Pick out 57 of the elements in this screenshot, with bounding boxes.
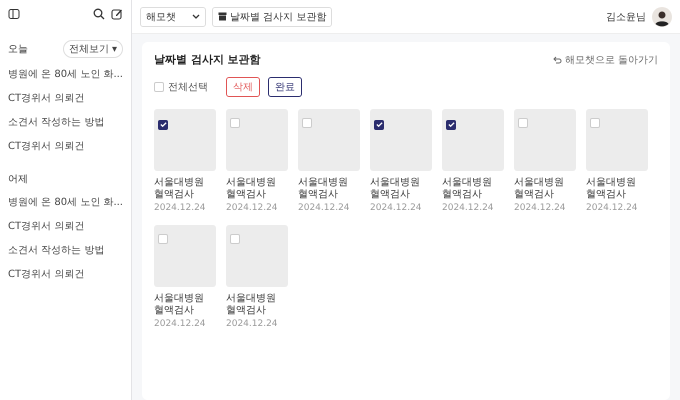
section-title: 오늘 bbox=[8, 43, 28, 56]
panel-title: 날짜별 검사지 보관함 bbox=[154, 52, 261, 67]
document-title: 서울대병원 혈액검사 bbox=[370, 177, 421, 201]
document-date: 2024.12.24 bbox=[442, 203, 495, 213]
chevron-icon bbox=[192, 14, 200, 20]
archive-button[interactable]: 날짜별 검사지 보관함 bbox=[212, 6, 332, 26]
document-title: 서울대병원 혈액검사 bbox=[154, 293, 205, 317]
document-date: 2024.12.24 bbox=[226, 203, 279, 213]
select-all-label: 전체선택 bbox=[168, 81, 208, 94]
avatar[interactable] bbox=[652, 6, 672, 26]
chat-item[interactable]: CT경위서 의뢰건 bbox=[8, 214, 123, 238]
archive-box-icon bbox=[218, 12, 227, 21]
back-link[interactable]: 해모챗으로 돌아가기 bbox=[552, 52, 658, 66]
user-name: 김소윤님 bbox=[606, 10, 646, 24]
done-button[interactable]: 완료 bbox=[268, 77, 302, 97]
document-title: 서울대병원 혈액검사 bbox=[226, 177, 277, 201]
document-thumbnail[interactable] bbox=[154, 225, 216, 287]
document-thumbnail[interactable] bbox=[226, 109, 288, 171]
item-checkbox[interactable] bbox=[374, 120, 384, 130]
chat-dropdown[interactable]: 해모챗 bbox=[140, 6, 206, 26]
document-date: 2024.12.24 bbox=[154, 319, 207, 329]
document-thumbnail[interactable] bbox=[226, 225, 288, 287]
document-date: 2024.12.24 bbox=[298, 203, 351, 213]
chat-item[interactable]: CT경위서 의뢰건 bbox=[8, 262, 123, 286]
chat-item[interactable]: CT경위서 의뢰건 bbox=[8, 86, 123, 110]
document-thumbnail[interactable] bbox=[154, 109, 216, 171]
chat-item[interactable]: 병원에 온 80세 노인 화... bbox=[8, 190, 123, 214]
document-title: 서울대병원 혈액검사 bbox=[298, 177, 349, 201]
edit-icon[interactable] bbox=[111, 8, 123, 20]
document-thumbnail[interactable] bbox=[514, 109, 576, 171]
document-date: 2024.12.24 bbox=[370, 203, 423, 213]
document-thumbnail[interactable] bbox=[298, 109, 360, 171]
document-title: 서울대병원 혈액검사 bbox=[442, 177, 493, 201]
chat-item[interactable]: 소견서 작성하는 방법 bbox=[8, 110, 123, 134]
view-all-button[interactable]: 전체보기 ▾ bbox=[62, 40, 123, 58]
document-title: 서울대병원 혈액검사 bbox=[514, 177, 565, 201]
delete-button[interactable]: 삭제 bbox=[226, 77, 260, 97]
document-title: 서울대병원 혈액검사 bbox=[226, 293, 277, 317]
document-date: 2024.12.24 bbox=[514, 203, 567, 213]
document-title: 서울대병원 혈액검사 bbox=[586, 177, 637, 201]
item-checkbox[interactable] bbox=[446, 120, 456, 130]
document-date: 2024.12.24 bbox=[226, 319, 279, 329]
search-icon[interactable] bbox=[93, 8, 105, 20]
chat-item[interactable]: 병원에 온 80세 노인 화... bbox=[8, 62, 123, 86]
document-thumbnail[interactable] bbox=[586, 109, 648, 171]
select-all-checkbox[interactable] bbox=[154, 82, 164, 92]
sidebar-toggle-icon[interactable] bbox=[8, 8, 20, 20]
document-thumbnail[interactable] bbox=[370, 109, 432, 171]
item-checkbox[interactable] bbox=[158, 120, 168, 130]
return-arrow-icon bbox=[552, 56, 562, 64]
section-title: 어제 bbox=[8, 173, 28, 186]
document-thumbnail[interactable] bbox=[442, 109, 504, 171]
chat-item[interactable]: 소견서 작성하는 방법 bbox=[8, 238, 123, 262]
document-date: 2024.12.24 bbox=[586, 203, 639, 213]
document-date: 2024.12.24 bbox=[154, 203, 207, 213]
document-title: 서울대병원 혈액검사 bbox=[154, 177, 205, 201]
chat-item[interactable]: CT경위서 의뢰건 bbox=[8, 134, 123, 158]
